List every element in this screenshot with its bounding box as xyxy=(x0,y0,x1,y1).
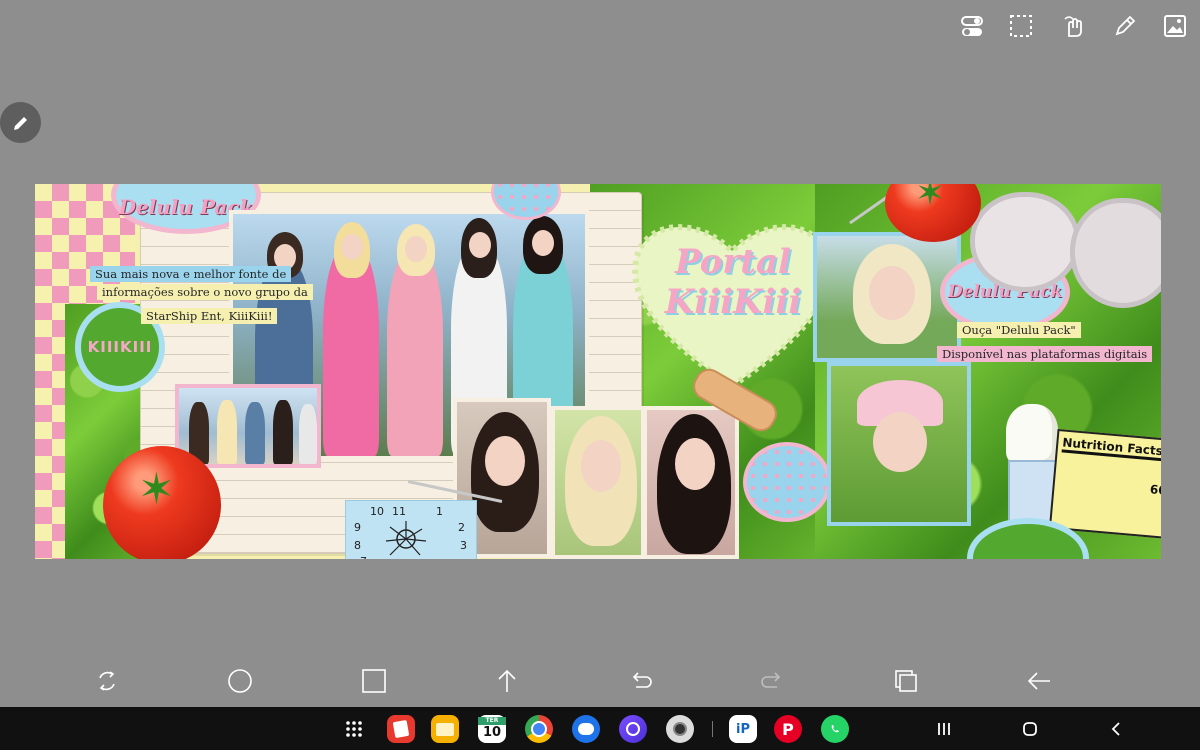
pen-icon[interactable] xyxy=(1110,11,1140,41)
listen-line-1: Ouça "Delulu Pack" xyxy=(957,322,1081,338)
member-photo-3 xyxy=(643,406,739,559)
badge-kiiikiii-text: KIIIKIII xyxy=(87,338,153,356)
artwork-canvas[interactable]: Delulu Pack KIIIKIII Portal KiiiKiii Del… xyxy=(35,184,1161,559)
messages-app-icon[interactable] xyxy=(572,715,600,743)
info-line-3: StarShip Ent, KiiiKiii! xyxy=(141,308,278,324)
taskbar: TER 10 iP P xyxy=(0,707,1200,750)
clock-number-7: 7 xyxy=(360,555,367,559)
internet-app-icon[interactable] xyxy=(619,715,647,743)
clock-number-10: 10 xyxy=(370,505,384,518)
pinterest-app-icon[interactable]: P xyxy=(774,715,802,743)
nutrition-calories: 60 xyxy=(1149,482,1161,498)
clock-number-3: 3 xyxy=(460,539,467,552)
info-line-1: Sua mais nova e melhor fonte de xyxy=(90,266,292,282)
portal-title: Portal KiiiKiii xyxy=(664,242,802,322)
member-photo-2 xyxy=(551,406,645,559)
app-drawer-icon[interactable] xyxy=(340,715,368,743)
tomato-stem-top-right: ✶ xyxy=(915,184,946,214)
nutrition-label: Nutrition Facts 60 xyxy=(1048,428,1161,540)
clock-number-8: 8 xyxy=(354,539,361,552)
info-line-2: informações sobre o novo grupo da xyxy=(97,284,313,300)
files-app-icon[interactable] xyxy=(431,715,459,743)
back-nav-icon[interactable] xyxy=(1102,715,1130,743)
whatsapp-app-icon[interactable] xyxy=(821,715,849,743)
circle-shape-icon[interactable] xyxy=(225,666,255,696)
redo-icon[interactable] xyxy=(758,666,788,696)
calendar-day: 10 xyxy=(482,725,502,740)
taskbar-divider xyxy=(712,721,713,737)
arrow-up-icon[interactable] xyxy=(492,666,522,696)
clock-card: 10 11 1 2 9 8 3 7 xyxy=(345,500,477,559)
layers-icon[interactable] xyxy=(891,666,921,696)
image-icon[interactable] xyxy=(1160,11,1190,41)
clock-face-icon xyxy=(385,521,427,556)
home-nav-icon[interactable] xyxy=(1016,715,1044,743)
heart-locket-left xyxy=(970,192,1080,292)
hand-touch-icon[interactable] xyxy=(1058,11,1088,41)
listen-line-2: Disponível nas plataformas digitais xyxy=(937,346,1153,362)
toggles-icon[interactable] xyxy=(957,11,987,41)
clock-number-11: 11 xyxy=(392,505,406,518)
select-rect-icon[interactable] xyxy=(1006,11,1036,41)
edit-pen-button[interactable] xyxy=(0,102,41,143)
member-photo-right-1 xyxy=(813,232,961,362)
chrome-app-icon[interactable] xyxy=(525,715,553,743)
ibis-paint-app-icon[interactable]: iP xyxy=(729,715,757,743)
square-shape-icon[interactable] xyxy=(359,666,389,696)
member-photo-right-2 xyxy=(827,362,971,526)
clock-number-1: 1 xyxy=(436,505,443,518)
polka-badge-mid xyxy=(743,442,831,522)
calendar-month: TER xyxy=(478,717,506,725)
notes-app-icon[interactable] xyxy=(387,715,415,743)
pencil-icon xyxy=(13,116,27,130)
tomato-stem-bottom-left: ✶ xyxy=(138,464,175,515)
transform-icon[interactable] xyxy=(92,666,122,696)
undo-icon[interactable] xyxy=(625,666,655,696)
calendar-app-icon[interactable]: TER 10 xyxy=(478,715,506,743)
group-photo-small xyxy=(175,384,321,468)
camera-app-icon[interactable] xyxy=(666,715,694,743)
clock-number-2: 2 xyxy=(458,521,465,534)
clock-number-9: 9 xyxy=(354,521,361,534)
nutrition-title: Nutrition Facts xyxy=(1061,435,1161,462)
back-arrow-icon[interactable] xyxy=(1024,666,1054,696)
recents-nav-icon[interactable] xyxy=(930,715,958,743)
